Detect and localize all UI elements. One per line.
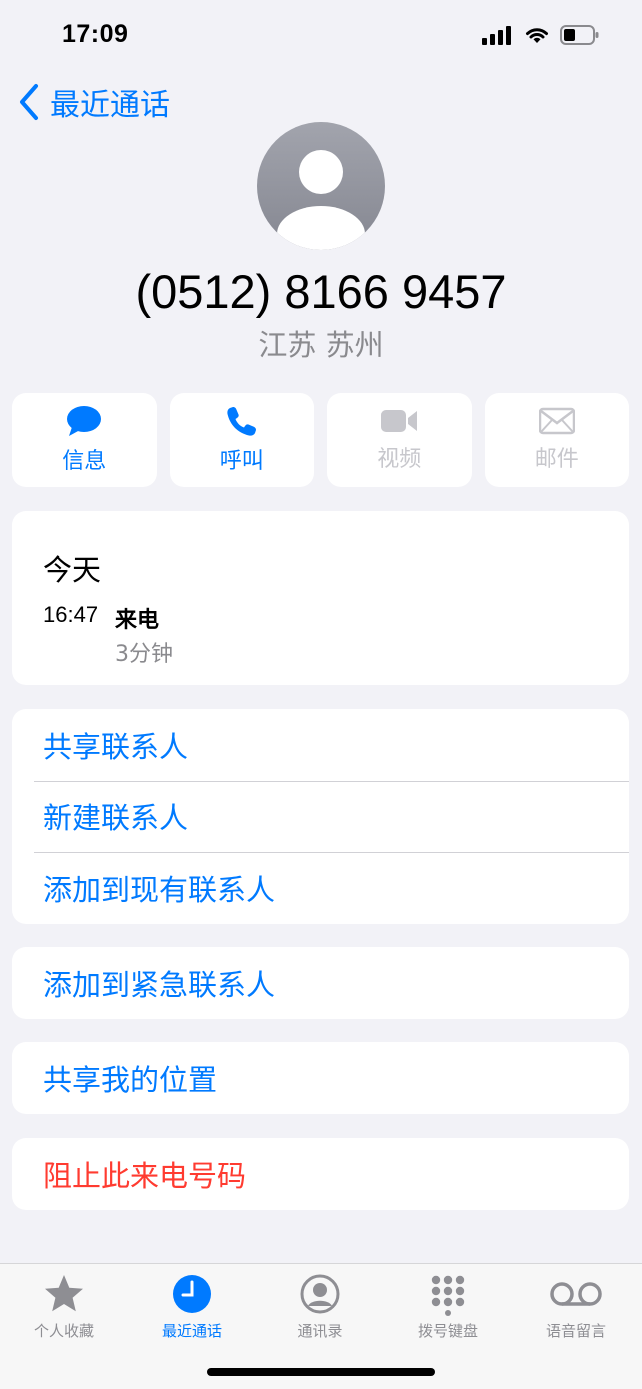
contact-options-group: 共享联系人 新建联系人 添加到现有联系人 — [12, 709, 629, 924]
voicemail-icon — [550, 1282, 602, 1306]
phone-number: (0512) 8166 9457 — [135, 265, 507, 318]
tab-favorites-label: 个人收藏 — [33, 1322, 94, 1340]
mail-button[interactable]: 邮件 — [484, 393, 629, 487]
wifi-icon — [526, 28, 548, 43]
block-caller-button[interactable]: 阻止此来电号码 — [12, 1138, 629, 1210]
status-icons — [482, 24, 600, 46]
tab-voicemail[interactable]: 语音留言 — [512, 1272, 640, 1341]
star-icon — [45, 1275, 83, 1312]
video-label: 视频 — [377, 447, 422, 472]
cellular-signal-icon — [482, 26, 511, 45]
call-label: 呼叫 — [219, 449, 264, 474]
clock-icon — [173, 1275, 211, 1313]
tab-contacts-label: 通讯录 — [297, 1322, 343, 1340]
add-to-emergency-contacts-button[interactable]: 添加到紧急联系人 — [12, 947, 629, 1019]
block-options-group: 阻止此来电号码 — [12, 1138, 629, 1210]
keypad-icon — [431, 1275, 465, 1316]
status-time: 17:09 — [62, 20, 129, 48]
message-button[interactable]: 信息 — [12, 393, 157, 487]
chevron-left-icon — [20, 84, 38, 120]
history-entry-duration: 3分钟 — [115, 642, 173, 667]
share-my-location-button[interactable]: 共享我的位置 — [12, 1042, 629, 1114]
message-label: 信息 — [62, 449, 107, 474]
home-indicator[interactable] — [207, 1368, 435, 1376]
emergency-options-group: 添加到紧急联系人 — [12, 947, 629, 1019]
tab-keypad-label: 拨号键盘 — [417, 1322, 478, 1340]
tab-voicemail-label: 语音留言 — [545, 1322, 606, 1340]
call-history-card: 今天 16:47 来电 3分钟 — [12, 511, 629, 685]
mail-label: 邮件 — [534, 447, 579, 472]
history-day: 今天 — [43, 553, 102, 587]
phone-location: 江苏 苏州 — [258, 328, 384, 362]
tab-favorites[interactable]: 个人收藏 — [0, 1272, 128, 1341]
tab-contacts[interactable]: 通讯录 — [256, 1272, 384, 1341]
new-contact-button[interactable]: 新建联系人 — [12, 780, 629, 853]
person-silhouette-icon — [277, 150, 365, 250]
history-entry-time: 16:47 — [43, 602, 99, 627]
history-entry-type: 来电 — [115, 608, 160, 633]
back-label: 最近通话 — [50, 88, 170, 123]
back-button[interactable]: 最近通话 — [18, 80, 170, 124]
status-bar: 17:09 — [0, 0, 642, 70]
tab-keypad[interactable]: 拨号键盘 — [384, 1272, 512, 1341]
person-circle-icon — [300, 1274, 340, 1314]
contact-actions: 信息 呼叫 视频 邮件 — [12, 393, 629, 487]
add-to-existing-contact-button[interactable]: 添加到现有联系人 — [12, 852, 629, 924]
phone-icon — [227, 407, 256, 436]
location-options-group: 共享我的位置 — [12, 1042, 629, 1114]
envelope-icon — [538, 407, 575, 435]
history-entry: 16:47 来电 — [43, 602, 159, 634]
battery-icon — [560, 25, 599, 45]
contact-avatar — [257, 122, 385, 250]
video-camera-icon — [381, 410, 418, 432]
video-button[interactable]: 视频 — [327, 393, 472, 487]
tab-recents[interactable]: 最近通话 — [128, 1272, 256, 1341]
share-contact-button[interactable]: 共享联系人 — [12, 709, 629, 781]
tab-recents-label: 最近通话 — [161, 1322, 222, 1340]
call-button[interactable]: 呼叫 — [169, 393, 314, 487]
message-bubble-icon — [67, 406, 102, 436]
